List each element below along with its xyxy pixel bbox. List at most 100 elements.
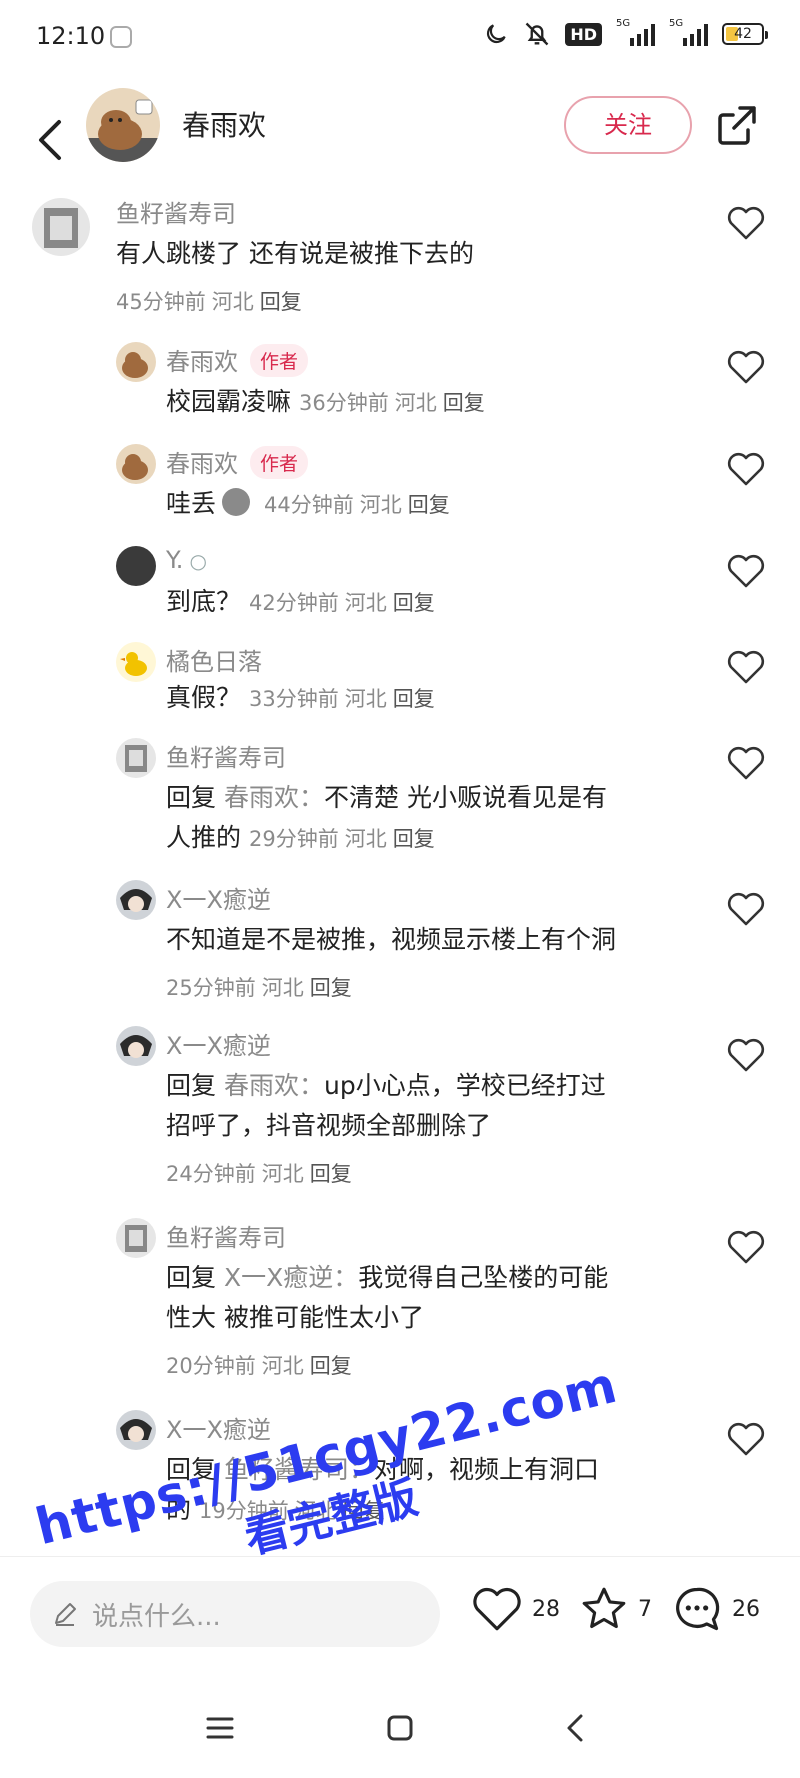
comment-text: 不知道是不是被推，视频显示楼上有个洞	[166, 925, 617, 954]
reply-button[interactable]: 回复	[408, 493, 450, 517]
follow-button[interactable]: 关注	[564, 96, 692, 154]
reply-button[interactable]: 回复	[393, 591, 435, 615]
reply-button[interactable]: 回复	[310, 976, 352, 1000]
system-nav-bar	[0, 1680, 800, 1778]
comment-username[interactable]: X一X癒逆	[166, 880, 271, 915]
reply-button[interactable]: 回复	[443, 391, 485, 415]
comment-body: 我觉得自己坠楼的可能	[358, 1263, 609, 1292]
comment-text: 有人跳楼了 还有说是被推下去的	[116, 239, 474, 268]
comment-time: 25分钟前	[166, 976, 256, 1000]
comment-username[interactable]: 鱼籽酱寿司	[166, 1218, 286, 1253]
comment-meta: 33分钟前 河北 回复	[249, 687, 441, 711]
comment-meta: 20分钟前 河北 回复	[166, 1350, 358, 1380]
comment-location: 河北	[261, 1162, 304, 1186]
comment-username-text[interactable]: 春雨欢	[166, 348, 238, 376]
home-square-icon[interactable]	[380, 1708, 420, 1748]
anime-avatar-icon	[120, 889, 152, 912]
comment-username-text[interactable]: Y.	[166, 546, 183, 574]
like-count: 28	[532, 1596, 560, 1622]
menu-icon[interactable]	[200, 1708, 240, 1748]
user-avatar[interactable]	[116, 1026, 156, 1066]
heart-icon[interactable]	[726, 450, 766, 488]
comment-location: 河北	[344, 827, 387, 851]
share-icon	[718, 106, 756, 145]
comment-text: 回复 X一X癒逆：我觉得自己坠楼的可能	[166, 1258, 608, 1298]
comment-username[interactable]: X一X癒逆	[166, 1026, 271, 1061]
heart-icon[interactable]	[726, 890, 766, 928]
reply-target-user[interactable]: 春雨欢：	[224, 1071, 324, 1100]
user-avatar[interactable]	[116, 342, 156, 382]
heart-icon[interactable]	[726, 744, 766, 782]
status-time: 12:10	[36, 22, 106, 50]
author-name[interactable]: 春雨欢	[182, 104, 266, 144]
user-avatar[interactable]	[116, 1218, 156, 1258]
comment-username[interactable]: 鱼籽酱寿司	[116, 194, 236, 229]
battery-icon: 42	[722, 23, 768, 45]
comment-time: 29分钟前	[249, 827, 339, 851]
comment-body: 不清楚 光小贩说看见是有	[324, 783, 607, 812]
back-button[interactable]	[26, 108, 74, 172]
comment-text: 哇丢 44分钟前 河北 回复	[166, 484, 456, 525]
comment-username: 春雨欢 作者	[166, 444, 309, 479]
user-avatar[interactable]	[32, 198, 90, 256]
user-avatar[interactable]	[116, 880, 156, 920]
reply-prefix: 回复	[166, 1071, 217, 1100]
back-nav-icon[interactable]	[556, 1708, 596, 1748]
comment-username: Y. ○	[166, 546, 207, 574]
author-avatar[interactable]	[86, 88, 160, 162]
user-avatar[interactable]	[116, 546, 156, 586]
reply-button[interactable]: 回复	[310, 1162, 352, 1186]
chevron-left-icon	[39, 120, 61, 160]
chat-bubble-icon	[676, 1587, 720, 1631]
heart-icon[interactable]	[726, 1420, 766, 1458]
heart-icon[interactable]	[726, 348, 766, 386]
comment-username-text[interactable]: 春雨欢	[166, 450, 238, 478]
anime-avatar-icon	[120, 1035, 152, 1058]
comment-username[interactable]: 橘色日落	[166, 642, 262, 677]
user-avatar[interactable]	[116, 444, 156, 484]
comment-time: 20分钟前	[166, 1354, 256, 1378]
comment-location: 河北	[359, 493, 402, 517]
share-button[interactable]	[712, 100, 762, 150]
user-avatar[interactable]	[116, 1410, 156, 1450]
comment-time: 44分钟前	[264, 493, 354, 517]
comment-body: 哇丢	[166, 489, 217, 518]
heart-icon	[473, 1587, 521, 1631]
reply-button[interactable]: 回复	[260, 290, 302, 314]
user-avatar[interactable]	[116, 642, 156, 682]
comment-text: 回复 春雨欢：up小心点，学校已经打过	[166, 1066, 606, 1106]
comment-username[interactable]: X一X癒逆	[166, 1410, 271, 1445]
comment-username[interactable]: 鱼籽酱寿司	[166, 738, 286, 773]
like-action[interactable]: 28	[470, 1579, 560, 1639]
reply-target-user[interactable]: 春雨欢：	[224, 783, 324, 812]
comment-meta: 25分钟前 河北 回复	[166, 972, 358, 1002]
heart-icon[interactable]	[726, 648, 766, 686]
heart-icon[interactable]	[726, 1228, 766, 1266]
comment-input-placeholder: 说点什么...	[92, 1602, 221, 1632]
sushi-avatar-icon	[125, 1225, 147, 1252]
comment-location: 河北	[261, 976, 304, 1000]
heart-icon[interactable]	[726, 204, 766, 242]
comment-body: up小心点，学校已经打过	[324, 1071, 606, 1100]
reply-button[interactable]: 回复	[393, 687, 435, 711]
moon-icon	[487, 24, 506, 44]
sticker-emoji-icon	[222, 488, 251, 516]
ring-icon: ○	[189, 549, 207, 573]
comment-text: 校园霸凌嘛 36分钟前 河北 回复	[166, 382, 491, 423]
comment-body-2: 人推的	[166, 823, 242, 852]
reply-target-user[interactable]: X一X癒逆：	[224, 1263, 358, 1292]
favorite-count: 7	[638, 1596, 652, 1622]
comment-text-line2: 招呼了，抖音视频全部删除了	[166, 1111, 492, 1140]
comment-action[interactable]: 26	[670, 1579, 760, 1639]
reply-prefix: 回复	[166, 1263, 217, 1292]
user-avatar[interactable]	[116, 738, 156, 778]
comment-meta: 45分钟前 河北 回复	[116, 286, 308, 316]
reply-button[interactable]: 回复	[393, 827, 435, 851]
reply-button[interactable]: 回复	[310, 1354, 352, 1378]
comment-body: 到底？	[166, 587, 242, 616]
favorite-action[interactable]: 7	[578, 1579, 652, 1639]
comment-meta: 44分钟前 河北 回复	[264, 493, 456, 517]
heart-icon[interactable]	[726, 552, 766, 590]
comment-body: 校园霸凌嘛	[166, 387, 292, 416]
heart-icon[interactable]	[726, 1036, 766, 1074]
